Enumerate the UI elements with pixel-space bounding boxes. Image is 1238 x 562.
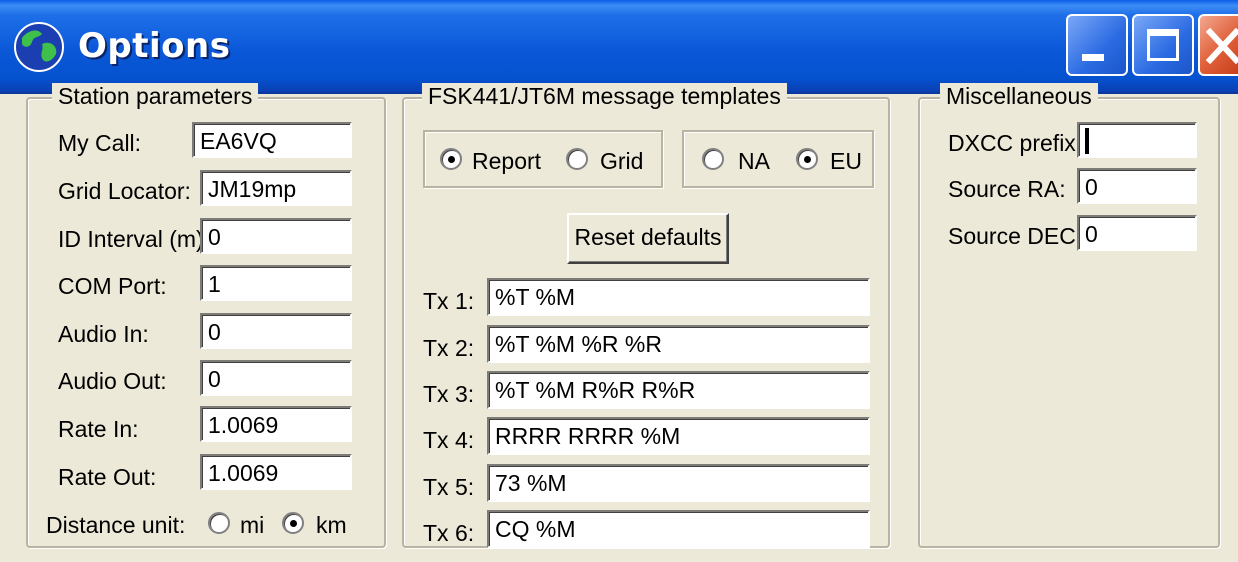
message-templates-legend: FSK441/JT6M message templates — [422, 83, 787, 110]
na-label: NA — [738, 148, 770, 174]
distance-mi-radio[interactable] — [208, 512, 230, 534]
tx2-field[interactable]: %T %M %R %R — [487, 325, 870, 363]
rate-in-field[interactable]: 1.0069 — [200, 406, 352, 442]
grid-locator-field[interactable]: JM19mp — [200, 170, 352, 206]
grid-radio[interactable] — [566, 148, 588, 170]
report-radio[interactable] — [440, 148, 462, 170]
tx4-field[interactable]: RRRR RRRR %M — [487, 417, 870, 455]
report-label: Report — [472, 148, 542, 174]
audio-in-field[interactable]: 0 — [200, 313, 352, 349]
source-dec-label: Source DEC: — [948, 223, 1083, 249]
na-radio[interactable] — [702, 148, 724, 170]
tx1-field[interactable]: %T %M — [487, 278, 870, 316]
my-call-label: My Call: — [58, 130, 142, 156]
maximize-button[interactable] — [1132, 14, 1194, 76]
com-port-field[interactable]: 1 — [200, 265, 352, 301]
tx3-label: Tx 3: — [423, 381, 475, 407]
title-bar[interactable]: Options — [0, 0, 1238, 94]
distance-mi-label: mi — [240, 512, 265, 538]
audio-in-label: Audio In: — [58, 321, 149, 347]
miscellaneous-group — [918, 97, 1220, 548]
minimize-button[interactable] — [1066, 14, 1128, 76]
reset-defaults-button[interactable]: Reset defaults — [567, 213, 729, 264]
id-interval-label: ID Interval (m): — [58, 226, 211, 252]
eu-label: EU — [830, 148, 862, 174]
rate-in-label: Rate In: — [58, 416, 139, 442]
tx6-label: Tx 6: — [423, 520, 475, 546]
text-caret — [1085, 128, 1089, 154]
tx5-field[interactable]: 73 %M — [487, 464, 870, 502]
audio-out-field[interactable]: 0 — [200, 360, 352, 396]
distance-km-label: km — [316, 512, 347, 538]
tx2-label: Tx 2: — [423, 335, 475, 361]
globe-icon — [14, 22, 64, 72]
dxcc-prefix-label: DXCC prefix: — [948, 130, 1083, 156]
station-parameters-legend: Station parameters — [52, 83, 259, 110]
miscellaneous-legend: Miscellaneous — [940, 83, 1098, 110]
audio-out-label: Audio Out: — [58, 368, 167, 394]
minimize-icon — [1082, 54, 1104, 61]
tx1-label: Tx 1: — [423, 288, 475, 314]
window-title: Options — [78, 26, 231, 66]
source-ra-field[interactable]: 0 — [1077, 168, 1197, 204]
rate-out-field[interactable]: 1.0069 — [200, 454, 352, 490]
tx3-field[interactable]: %T %M R%R R%R — [487, 371, 870, 409]
tx5-label: Tx 5: — [423, 474, 475, 500]
grid-locator-label: Grid Locator: — [58, 178, 191, 204]
source-ra-label: Source RA: — [948, 176, 1066, 202]
tx6-field[interactable]: CQ %M — [487, 510, 870, 548]
source-dec-field[interactable]: 0 — [1077, 215, 1197, 251]
dxcc-prefix-field[interactable] — [1077, 122, 1197, 158]
distance-unit-label: Distance unit: — [46, 512, 186, 538]
tx4-label: Tx 4: — [423, 427, 475, 453]
my-call-field[interactable]: EA6VQ — [192, 122, 352, 158]
rate-out-label: Rate Out: — [58, 464, 157, 490]
close-icon — [1206, 28, 1238, 64]
id-interval-field[interactable]: 0 — [200, 218, 352, 254]
maximize-icon — [1147, 29, 1179, 61]
eu-radio[interactable] — [796, 148, 818, 170]
close-button[interactable] — [1198, 14, 1238, 76]
distance-km-radio[interactable] — [282, 512, 304, 534]
grid-label: Grid — [600, 148, 644, 174]
com-port-label: COM Port: — [58, 273, 167, 299]
